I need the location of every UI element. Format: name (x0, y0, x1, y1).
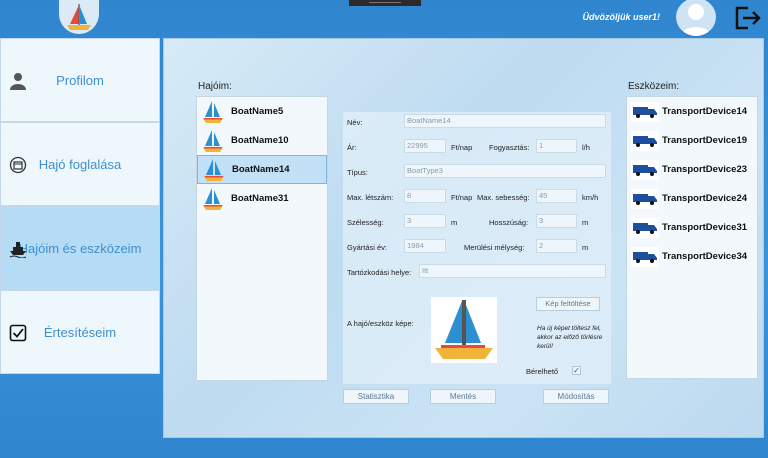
sailboat-icon (201, 186, 225, 212)
truck-icon (631, 130, 659, 151)
sidebar-item-label: Hajóim és eszközeim (18, 240, 142, 256)
capacity-field[interactable]: 8 (404, 189, 446, 203)
boat-name: BoatName10 (231, 135, 289, 146)
type-field[interactable]: BoatType3 (404, 164, 606, 178)
year-field[interactable]: 1984 (404, 239, 446, 253)
boat-list-item[interactable]: BoatName10 (197, 126, 327, 155)
modify-button[interactable]: Módosítás (543, 389, 609, 404)
sidebar-item-label: Profilom (56, 72, 104, 88)
consumption-field[interactable]: 1 (536, 139, 577, 153)
sidebar-item-notifications[interactable]: Értesítéseim (0, 290, 160, 374)
price-field[interactable]: 22995 (404, 139, 446, 153)
capacity-label: Max. létszám: (347, 193, 394, 202)
device-list-item[interactable]: TransportDevice19 (627, 126, 757, 155)
sailboat-icon (201, 99, 225, 125)
device-list-item[interactable]: TransportDevice23 (627, 155, 757, 184)
length-field[interactable]: 3 (536, 214, 577, 228)
calendar-icon (9, 156, 27, 174)
speed-field[interactable]: 45 (536, 189, 577, 203)
boat-name: BoatName31 (231, 193, 289, 204)
boat-list-item[interactable]: BoatName5 (197, 97, 327, 126)
welcome-text: Üdvözöljük user1! (582, 12, 660, 22)
sailboat-icon (202, 157, 226, 183)
device-list-item[interactable]: TransportDevice34 (627, 242, 757, 271)
year-label: Gyártási év: (347, 243, 388, 252)
truck-icon (631, 246, 659, 267)
name-label: Név: (347, 118, 363, 127)
statistics-button[interactable]: Statisztika (343, 389, 409, 404)
upload-note: Ha új képet töltesz fel, akkor az előző … (537, 325, 603, 350)
devices-title: Eszközeim: (628, 81, 680, 92)
device-list-item[interactable]: TransportDevice24 (627, 184, 757, 213)
boat-list-item-selected[interactable]: BoatName14 (197, 155, 327, 184)
sidebar-item-boats-devices[interactable]: Hajóim és eszközeim (0, 206, 160, 290)
price-label: Ár: (347, 143, 357, 152)
image-label: A hajó/eszköz képe: (347, 319, 414, 328)
truck-icon (631, 159, 659, 180)
device-list-item[interactable]: TransportDevice31 (627, 213, 757, 242)
window-title-strip (349, 0, 421, 6)
device-name: TransportDevice24 (662, 193, 748, 204)
location-field[interactable]: Itt (419, 264, 606, 278)
boat-details-form: Név: BoatName14 Ár: 22995 Ft/nap Fogyasz… (343, 112, 611, 384)
location-label: Tartózkodási helye: (347, 268, 412, 277)
sidebar-item-profile[interactable]: Profilom (0, 38, 160, 122)
depth-field[interactable]: 2 (536, 239, 577, 253)
depth-label: Merülési mélység: (464, 243, 525, 252)
checkbox-icon (9, 324, 27, 342)
device-name: TransportDevice14 (662, 106, 748, 117)
user-avatar-icon[interactable] (676, 0, 716, 36)
sailboat-logo-icon (59, 0, 99, 34)
device-name: TransportDevice23 (662, 164, 748, 175)
top-bar: Üdvözöljük user1! (0, 0, 768, 38)
main-panel: Hajóim: Eszközeim: BoatName5 BoatName10 … (163, 38, 764, 438)
rentable-checkbox[interactable]: ✓ (572, 366, 581, 375)
type-label: Típus: (347, 168, 368, 177)
boat-name: BoatName5 (231, 106, 284, 117)
device-name: TransportDevice34 (662, 251, 748, 262)
device-list-item[interactable]: TransportDevice14 (627, 97, 757, 126)
capacity-unit: Ft/nap (451, 193, 473, 202)
upload-image-button[interactable]: Kép feltöltése (536, 297, 600, 311)
sidebar-item-label: Hajó foglalása (38, 156, 122, 172)
boat-list-item[interactable]: BoatName31 (197, 184, 327, 213)
ship-icon (9, 240, 27, 259)
name-field[interactable]: BoatName14 (404, 114, 606, 128)
depth-unit: m (582, 243, 589, 252)
price-unit: Ft/nap (451, 143, 473, 152)
boats-list: BoatName5 BoatName10 BoatName14 BoatName… (196, 96, 328, 381)
sidebar: Profilom Hajó foglalása Hajóim és eszköz… (0, 38, 160, 374)
width-label: Szélesség: (347, 218, 384, 227)
speed-unit: km/h (582, 193, 599, 202)
save-button[interactable]: Mentés (430, 389, 496, 404)
width-unit: m (451, 218, 458, 227)
sidebar-item-label: Értesítéseim (43, 324, 117, 340)
truck-icon (631, 188, 659, 209)
sidebar-item-booking[interactable]: Hajó foglalása (0, 122, 160, 206)
length-label: Hosszúság: (489, 218, 529, 227)
speed-label: Max. sebesség: (477, 193, 530, 202)
truck-icon (631, 217, 659, 238)
consumption-unit: l/h (582, 143, 590, 152)
consumption-label: Fogyasztás: (489, 143, 530, 152)
logout-icon[interactable] (734, 6, 762, 30)
length-unit: m (582, 218, 589, 227)
boat-name: BoatName14 (232, 164, 290, 175)
width-field[interactable]: 3 (404, 214, 446, 228)
rentable-label: Bérelhető (526, 367, 559, 376)
boat-image (431, 297, 497, 363)
device-name: TransportDevice31 (662, 222, 748, 233)
truck-icon (631, 101, 659, 122)
devices-list: TransportDevice14 TransportDevice19 Tran… (626, 96, 758, 379)
person-icon (9, 72, 27, 90)
boats-title: Hajóim: (198, 81, 232, 92)
device-name: TransportDevice19 (662, 135, 748, 146)
sailboat-icon (201, 128, 225, 154)
